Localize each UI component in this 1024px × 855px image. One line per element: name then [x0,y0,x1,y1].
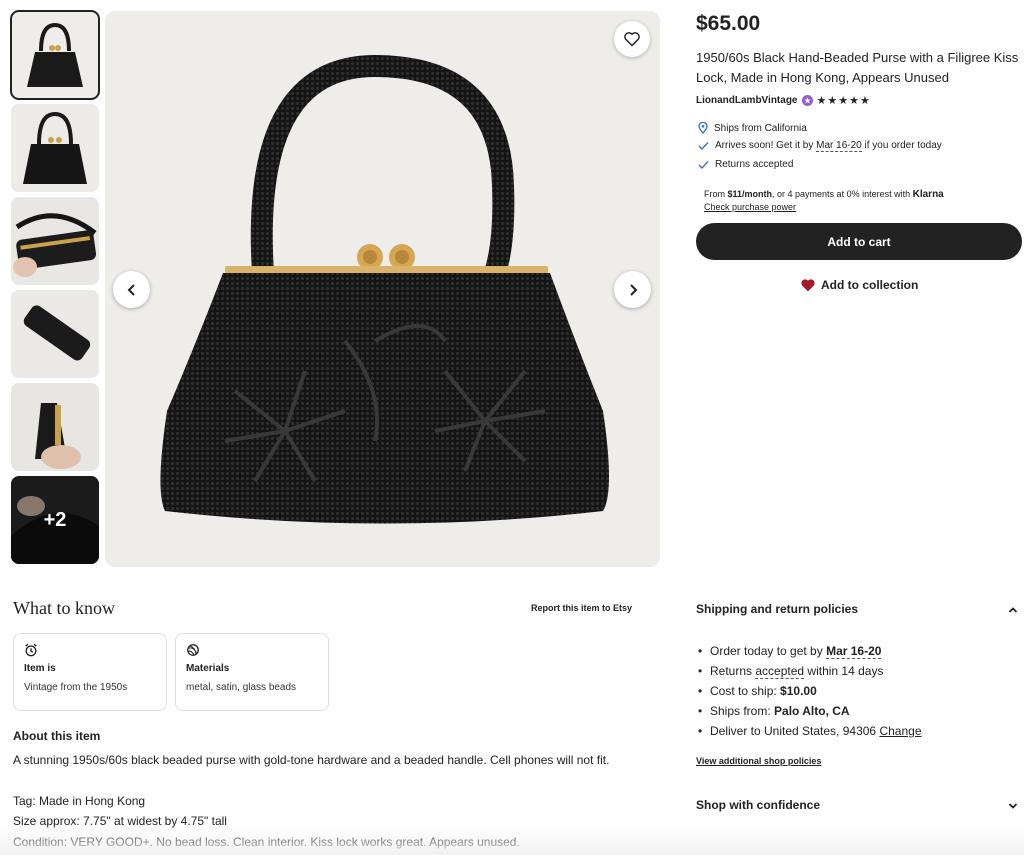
thumbnail-1[interactable] [10,10,100,100]
thumbnail-2[interactable] [11,104,99,192]
arrival-suffix: if you order today [864,140,942,151]
arrival-line: Arrives soon! Get it by Mar 16-20 if you… [698,140,942,152]
item-is-label: Item is [24,663,56,674]
klarna-amount: $11/month [727,189,773,199]
thumbnail-gallery: +2 [10,10,100,569]
thumbnail-3[interactable] [11,197,99,285]
shop-with-confidence-heading[interactable]: Shop with confidence [696,798,820,812]
favorite-button[interactable] [614,21,650,57]
change-location-link[interactable]: Change [879,724,921,738]
order-by-dates[interactable]: Mar 16-20 [826,644,882,659]
seller-name-link[interactable]: LionandLambVintage [696,95,798,106]
returns-prefix: Returns [710,664,753,678]
item-description: A stunning 1950s/60s black beaded purse … [13,753,610,767]
beaded-purse-photo [105,11,660,567]
yarn-ball-icon [187,644,199,656]
deliver-to-text: Deliver to United States, 94306 [710,724,877,738]
cost-value: $10.00 [780,684,817,698]
purse-side-image [11,383,99,471]
policy-cost: Cost to ship: $10.00 [696,681,922,701]
add-to-collection-button[interactable]: Add to collection [800,278,918,292]
thumbnail-5[interactable] [11,383,99,471]
chevron-right-icon [629,283,637,296]
listing-title: 1950/60s Black Hand-Beaded Purse with a … [696,50,1019,85]
ships-from-text: Ships from California [714,122,807,134]
item-is-card: Item is Vintage from the 1950s [13,633,167,711]
location-pin-icon [698,122,708,134]
checkmark-icon [698,160,709,169]
klarna-financing: From $11/month, or 4 payments at 0% inte… [704,188,944,213]
purse-bottom-image [11,290,99,378]
view-shop-policies-link[interactable]: View additional shop policies [696,756,821,766]
add-to-collection-label: Add to collection [821,278,919,292]
klarna-logo: Klarna [912,189,944,200]
chevron-down-icon[interactable] [1008,802,1018,810]
order-by-text: Order today to get by [710,644,823,658]
returns-line: Returns accepted [698,159,793,170]
item-tag: Tag: Made in Hong Kong [13,794,146,808]
rating-stars[interactable]: ★★★★★ [817,94,871,107]
what-to-know-heading: What to know [13,598,115,618]
check-purchase-power-link[interactable]: Check purchase power [704,201,944,213]
policy-returns: Returns accepted within 14 days [696,661,922,681]
policy-deliver-to: Deliver to United States, 94306 Change [696,721,922,741]
ships-from-line: Ships from California [698,122,807,134]
item-is-value: Vintage from the 1950s [24,682,128,693]
item-size: Size approx: 7.75" at widest by 4.75" ta… [13,814,227,828]
star-seller-badge-icon [801,95,813,106]
previous-image-button[interactable] [113,271,150,308]
alarm-clock-icon [25,643,37,657]
seller-info: LionandLambVintage ★★★★★ [696,94,871,107]
purse-front-alt-image [11,104,99,192]
ships-from-label: Ships from: [710,704,771,718]
returns-window: within 14 days [807,664,884,678]
policy-list: Order today to get by Mar 16-20 Returns … [696,641,922,741]
returns-accepted-link[interactable]: accepted [755,664,805,679]
klarna-text: , or 4 payments at 0% interest with [772,189,911,199]
main-product-image[interactable] [105,11,660,567]
arrival-dates[interactable]: Mar 16-20 [816,140,862,152]
price: $65.00 [696,12,761,35]
thumbnail-more[interactable]: +2 [11,476,99,564]
heart-filled-icon [801,279,815,292]
heart-outline-icon [624,32,640,47]
add-to-cart-button[interactable]: Add to cart [696,223,1022,260]
policy-order-by: Order today to get by Mar 16-20 [696,641,922,661]
report-item-link[interactable]: Report this item to Etsy [531,603,632,613]
chevron-left-icon [127,283,135,296]
materials-card: Materials metal, satin, glass beads [175,633,329,711]
klarna-prefix: From [704,189,725,199]
ships-from-value: Palo Alto, CA [774,704,850,718]
arrival-prefix: Arrives soon! Get it by [715,140,814,151]
returns-text: Returns accepted [715,159,794,170]
thumbnail-4[interactable] [11,290,99,378]
purse-top-image [11,197,99,285]
materials-value: metal, satin, glass beads [186,682,297,693]
shipping-policies-heading[interactable]: Shipping and return policies [696,602,858,616]
purse-front-image [11,11,99,99]
next-image-button[interactable] [614,271,651,308]
arrival-text: Arrives soon! Get it by Mar 16-20 if you… [715,140,942,152]
materials-label: Materials [186,663,230,674]
checkmark-icon [698,141,709,150]
policy-ships-from: Ships from: Palo Alto, CA [696,701,922,721]
more-photos-count: +2 [11,476,99,564]
item-condition: Condition: VERY GOOD+. No bead loss. Cle… [13,835,520,849]
cost-label: Cost to ship: [710,684,777,698]
about-item-heading: About this item [13,729,101,743]
chevron-up-icon[interactable] [1008,606,1018,614]
